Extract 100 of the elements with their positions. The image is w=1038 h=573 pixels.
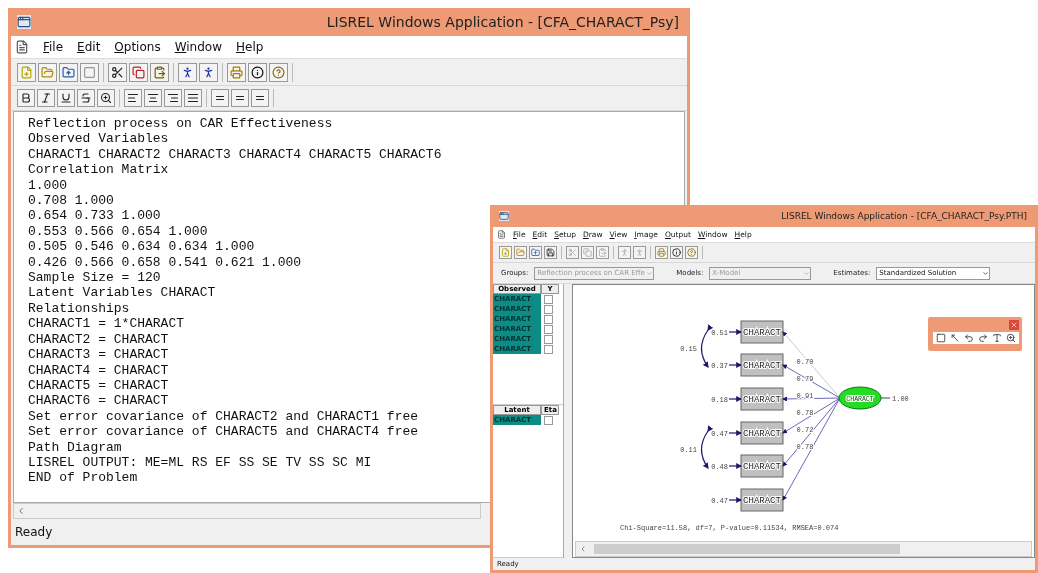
menu-item[interactable]: Help	[236, 40, 264, 54]
align-justify-icon	[187, 92, 199, 104]
syntax-line: CHARACT1 = 1*CHARACT	[28, 316, 185, 332]
line-spacing-button[interactable]	[231, 89, 249, 107]
align-right-icon	[167, 92, 179, 104]
syntax-line: CHARACT4 = CHARACT	[28, 362, 169, 378]
running-figure-icon	[635, 248, 644, 257]
zoom-tool[interactable]	[1006, 333, 1016, 343]
scroll-left-icon[interactable]	[579, 545, 587, 553]
square-button[interactable]	[80, 62, 99, 82]
syntax-line: Sample Size = 120	[28, 270, 161, 286]
paste-button[interactable]	[150, 62, 169, 82]
folder-button[interactable]	[59, 62, 78, 82]
line-spacing-button[interactable]	[211, 89, 229, 107]
syntax-line: 0.708 1.000	[28, 193, 114, 209]
error-arrow	[728, 430, 743, 436]
strikethrough-button[interactable]	[77, 89, 95, 107]
cut-icon	[568, 248, 577, 257]
syntax-line: Path Diagram	[28, 439, 122, 455]
syntax-line: Set error covariance of CHARACT2 and CHARACT1 free	[28, 408, 419, 425]
curved-arrow-tool[interactable]	[978, 333, 988, 343]
menu-item[interactable]: Edit	[77, 40, 101, 54]
curved-arrow-icon	[964, 333, 974, 343]
syntax-line: 0.654 0.733 1.000	[28, 208, 161, 224]
cut-icon	[111, 65, 124, 79]
align-right-button[interactable]	[164, 89, 182, 107]
copy-icon	[583, 248, 592, 257]
error-arrow	[728, 362, 743, 368]
open-folder-button[interactable]	[514, 246, 527, 259]
info-button[interactable]	[248, 62, 267, 82]
variance-line	[880, 397, 891, 399]
help-icon	[687, 248, 696, 257]
arrow-icon	[950, 333, 960, 343]
checkbox[interactable]	[544, 304, 553, 314]
paste-icon	[153, 65, 166, 79]
menu-item[interactable]: Window	[174, 40, 222, 54]
new-file-button[interactable]	[17, 62, 36, 82]
syntax-line: CHARACT3 = CHARACT	[28, 347, 169, 363]
checkbox[interactable]	[544, 415, 553, 425]
bold-button[interactable]	[17, 89, 35, 107]
horizontal-scrollbar[interactable]	[13, 503, 481, 519]
syntax-line: CHARACT2 = CHARACT	[28, 331, 169, 348]
menu-item[interactable]: File	[43, 40, 64, 54]
help-icon	[272, 65, 285, 79]
syntax-line: Latent Variables CHARACT	[28, 285, 216, 301]
observed-variable-box: CHARACT	[740, 320, 784, 344]
checkbox[interactable]	[544, 334, 553, 344]
italic-button[interactable]	[37, 89, 55, 107]
copy-button[interactable]	[581, 246, 594, 259]
square-icon	[936, 333, 946, 343]
bold-icon	[20, 92, 32, 104]
underline-icon	[60, 92, 72, 104]
open-folder-button[interactable]	[38, 62, 57, 82]
arrow-tool[interactable]	[950, 333, 960, 343]
running-figure-icon	[202, 65, 215, 79]
status-text: Ready	[15, 525, 53, 539]
align-justify-button[interactable]	[184, 89, 202, 107]
copy-button[interactable]	[129, 62, 148, 82]
zoom-icon	[1006, 333, 1016, 343]
error-arrow	[728, 497, 743, 503]
square-icon	[83, 65, 96, 79]
checkbox[interactable]	[544, 294, 553, 304]
help-button[interactable]	[269, 62, 288, 82]
syntax-line: Reflection process on CAR Effectiveness	[28, 116, 333, 132]
running-figure-button[interactable]	[199, 62, 218, 82]
checkbox[interactable]	[544, 314, 553, 324]
cut-button[interactable]	[108, 62, 127, 82]
save-icon	[546, 248, 555, 257]
new-file-button[interactable]	[499, 246, 512, 259]
line-spacing-button[interactable]	[251, 89, 269, 107]
strikethrough-icon	[80, 92, 92, 104]
syntax-line: CHARACT6 = CHARACT	[28, 393, 169, 409]
text-tool[interactable]	[992, 333, 1002, 343]
folder-button[interactable]	[529, 246, 542, 259]
checkbox[interactable]	[544, 344, 553, 354]
align-left-button[interactable]	[124, 89, 142, 107]
italic-icon	[40, 92, 52, 104]
paste-button[interactable]	[596, 246, 609, 259]
checkbox[interactable]	[544, 324, 553, 334]
underline-button[interactable]	[57, 89, 75, 107]
syntax-line: LISREL OUTPUT: ME=ML RS EF SS SE TV SS SC MI	[28, 454, 372, 471]
folder-icon	[531, 248, 540, 257]
running-figure-button[interactable]	[178, 62, 197, 82]
app-icon	[499, 211, 509, 221]
save-button[interactable]	[544, 246, 557, 259]
horizontal-scrollbar[interactable]	[575, 541, 1032, 557]
new-file-icon	[20, 65, 33, 79]
curved-arrow-tool[interactable]	[964, 333, 974, 343]
paste-icon	[598, 248, 607, 257]
menu-item[interactable]: Options	[114, 40, 161, 54]
info-button[interactable]	[670, 246, 683, 259]
zoom-icon	[100, 92, 112, 104]
scroll-left-icon[interactable]	[16, 506, 26, 516]
square-tool[interactable]	[936, 333, 946, 343]
zoom-button[interactable]	[97, 89, 115, 107]
syntax-line: 0.505 0.546 0.634 0.634 1.000	[28, 239, 255, 255]
error-arrow	[728, 463, 743, 469]
syntax-line: CHARACT1 CHARACT2 CHARACT3 CHARACT4 CHARACT5 CHARACT6	[28, 146, 442, 163]
align-center-button[interactable]	[144, 89, 162, 107]
printer-icon	[657, 248, 666, 257]
